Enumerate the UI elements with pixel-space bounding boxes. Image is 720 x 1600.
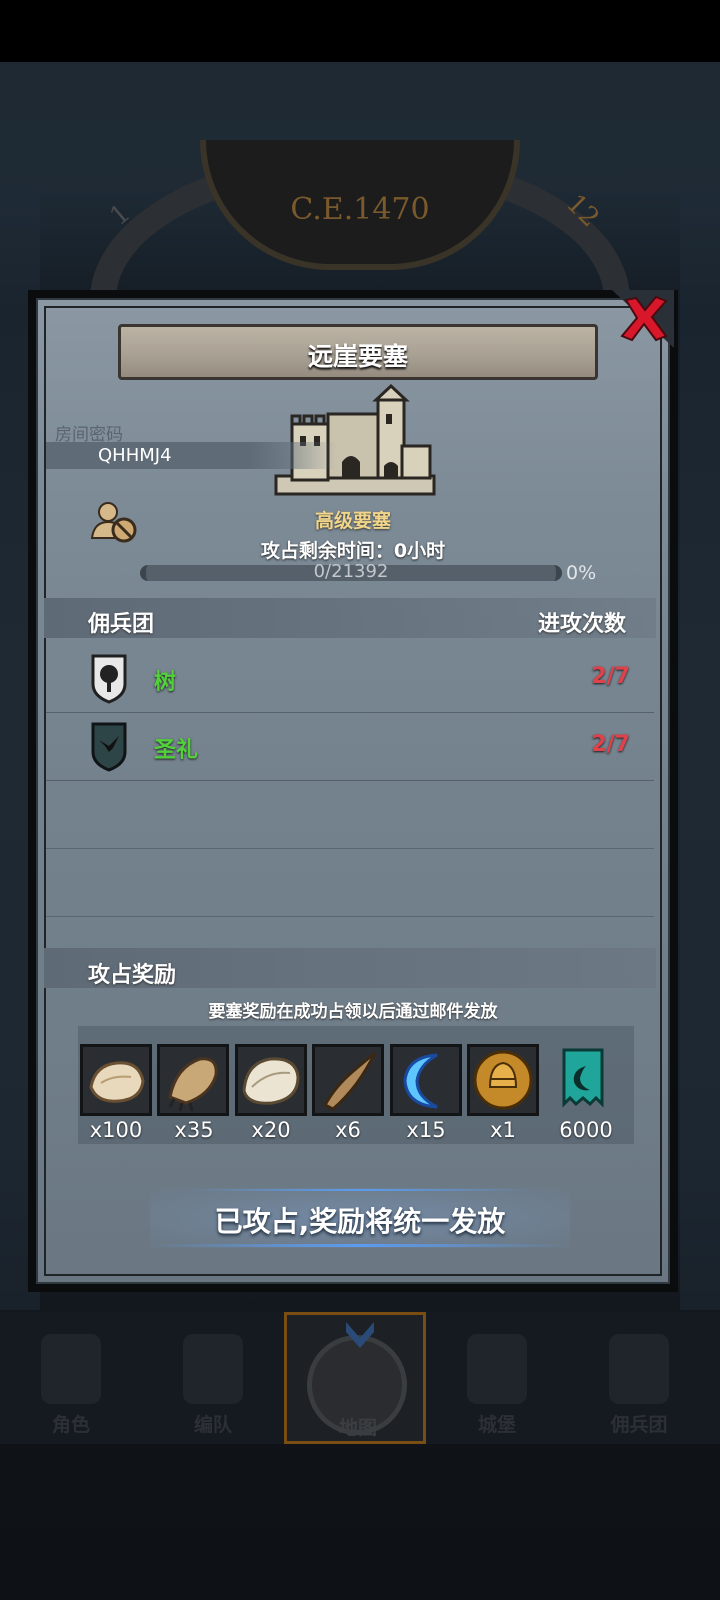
status-glow-line <box>150 1244 570 1247</box>
close-icon[interactable] <box>612 290 674 348</box>
bird-shield-icon <box>91 722 127 772</box>
empty-row <box>46 780 654 849</box>
reward-qty: x100 <box>89 1118 143 1142</box>
reward-slot[interactable] <box>550 1044 622 1116</box>
background-right-edge <box>680 190 720 1310</box>
reward-slot[interactable] <box>312 1044 384 1116</box>
remaining-time: 攻占剩余时间：0小时 <box>260 540 446 562</box>
attack-count-header: 进攻次数 <box>538 612 627 637</box>
castle-icon <box>274 384 436 496</box>
empty-row <box>46 848 654 917</box>
nav-label: 地图 <box>338 1417 377 1439</box>
nav-label: 城堡 <box>477 1414 516 1436</box>
attack-count: 2/7 <box>591 732 630 757</box>
reward-qty: x6 <box>335 1118 361 1142</box>
reward-qty: x35 <box>174 1118 214 1142</box>
nav-label: 佣兵团 <box>610 1414 668 1436</box>
status-glow-line <box>190 1189 530 1191</box>
chevron-down-icon <box>346 1322 374 1348</box>
horn-icon <box>322 1051 377 1111</box>
guild-banner-icon <box>562 1048 604 1108</box>
reward-qty: x1 <box>490 1118 516 1142</box>
reward-qty: 6000 <box>559 1118 613 1142</box>
reward-header: 攻占奖励 <box>88 963 177 988</box>
nav-item-formation[interactable]: 编队 <box>142 1312 284 1444</box>
reward-qty: x15 <box>406 1118 446 1142</box>
claw-icon <box>168 1057 218 1112</box>
gold-helmet-icon <box>473 1050 533 1110</box>
room-password-band <box>46 442 336 469</box>
fortress-level: 高级要塞 <box>314 510 391 532</box>
reward-slot[interactable] <box>157 1044 229 1116</box>
nav-item-castle[interactable]: 城堡 <box>426 1312 568 1444</box>
reward-note: 要塞奖励在成功占领以后通过邮件发放 <box>208 1002 498 1022</box>
fur-pelt-icon <box>89 1061 145 1103</box>
formation-icon <box>183 1334 243 1404</box>
mercenary-row[interactable]: 树 2/7 <box>46 644 654 713</box>
room-password-value: QHHMJ4 <box>98 445 172 466</box>
nav-item-mercenary[interactable]: 佣兵团 <box>568 1312 710 1444</box>
mercenary-name: 树 <box>154 670 177 695</box>
reward-slot[interactable] <box>467 1044 539 1116</box>
dialog-title: 远崖要塞 <box>307 342 408 371</box>
conquered-status-text: 已攻占,奖励将统一发放 <box>214 1205 506 1238</box>
white-hide-icon <box>242 1057 300 1105</box>
reward-slot[interactable] <box>390 1044 462 1116</box>
mercenary-icon <box>609 1334 669 1404</box>
mercenary-name: 圣礼 <box>154 738 199 763</box>
reward-qty: x20 <box>251 1118 291 1142</box>
mercenary-header: 佣兵团 <box>88 612 155 637</box>
nav-label: 编队 <box>193 1414 232 1436</box>
progress-percent: 0% <box>566 562 597 584</box>
blue-crescent-icon <box>403 1053 438 1109</box>
castle-icon <box>467 1334 527 1404</box>
nav-label: 角色 <box>51 1414 90 1436</box>
nav-item-character[interactable]: 角色 <box>0 1312 142 1444</box>
progress-text: 0/21392 <box>313 561 389 582</box>
status-bar <box>0 0 720 62</box>
character-icon <box>41 1334 101 1404</box>
reward-slot[interactable] <box>235 1044 307 1116</box>
reward-slot[interactable] <box>80 1044 152 1116</box>
tree-shield-icon <box>91 654 127 704</box>
mercenary-row[interactable]: 圣礼 2/7 <box>46 712 654 781</box>
attack-count: 2/7 <box>591 664 630 689</box>
